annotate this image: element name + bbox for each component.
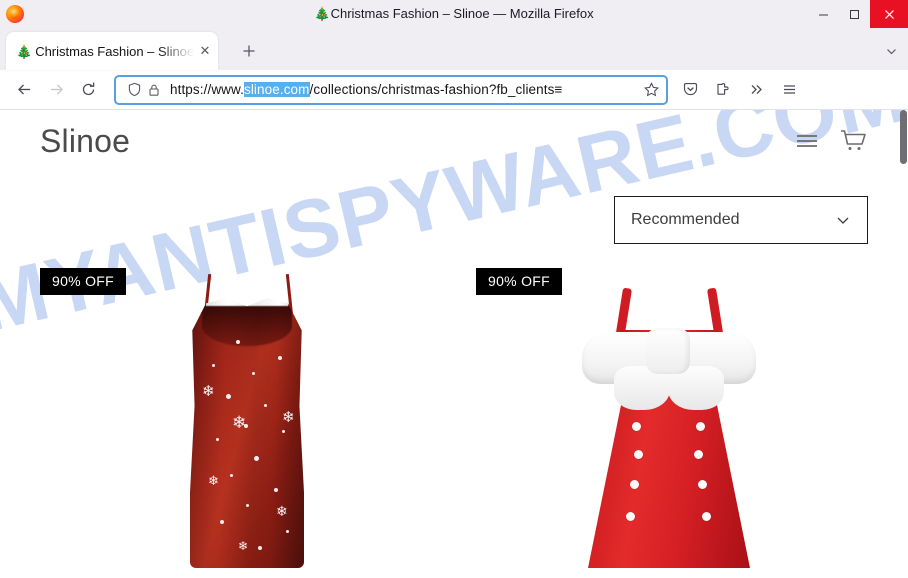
- application-menu-icon[interactable]: [773, 75, 806, 105]
- discount-badge: 90% OFF: [40, 268, 127, 295]
- page-scrollbar[interactable]: [899, 110, 908, 578]
- dress2-button: [632, 422, 641, 431]
- extensions-puzzle-icon[interactable]: [707, 75, 740, 105]
- dress2-button: [630, 480, 639, 489]
- page-scrollbar-thumb[interactable]: [900, 110, 907, 164]
- dress1-body: ❄ ❄ ❄ ❄ ❄ ❄: [190, 298, 304, 568]
- connection-secure-lock-icon[interactable]: [144, 80, 164, 100]
- sort-by-select[interactable]: Recommended: [614, 196, 868, 244]
- url-address-bar[interactable]: https://www.slinoe.com/collections/chris…: [114, 74, 668, 105]
- dress1-snowflake: ❄: [238, 539, 249, 553]
- dress-illustration-1: ❄ ❄ ❄ ❄ ❄ ❄: [172, 273, 322, 568]
- dress1-satin-shading: [190, 298, 304, 568]
- url-text[interactable]: https://www.slinoe.com/collections/chris…: [170, 82, 640, 97]
- dress1-dot: [286, 530, 289, 533]
- dress1-dot: [282, 430, 285, 433]
- url-prefix: https://www.: [170, 82, 244, 97]
- dress1-dot: [220, 520, 224, 524]
- product-grid: 90% OFF ❄ ❄ ❄ ❄ ❄ ❄ 90% OFF: [0, 268, 908, 568]
- list-all-tabs-button[interactable]: [874, 36, 908, 66]
- browser-tab[interactable]: 🎄 Christmas Fashion – Slinoe ✕: [6, 32, 218, 70]
- dress1-dot: [226, 394, 231, 399]
- dress1-snowflake: ❄: [232, 413, 247, 432]
- dress1-dot: [236, 340, 240, 344]
- dress2-button: [698, 480, 707, 489]
- window-title: 🎄Christmas Fashion – Slinoe — Mozilla Fi…: [314, 6, 594, 21]
- dress1-snowflake: ❄: [202, 383, 215, 400]
- dress2-button: [634, 450, 643, 459]
- bookmark-star-icon[interactable]: [640, 82, 662, 97]
- tab-title: Christmas Fashion – Slinoe: [35, 43, 194, 59]
- dress1-dot: [252, 372, 255, 375]
- dress1-dot: [246, 504, 249, 507]
- sort-bar: Recommended: [0, 172, 908, 268]
- dress2-skirt: [588, 376, 750, 568]
- toolbar-icon-group: [674, 75, 806, 105]
- back-button[interactable]: [8, 75, 40, 105]
- product-image[interactable]: ❄ ❄ ❄ ❄ ❄ ❄: [40, 268, 454, 568]
- dress1-dot: [258, 546, 262, 550]
- reload-button[interactable]: [72, 75, 104, 105]
- navigation-toolbar: https://www.slinoe.com/collections/chris…: [0, 70, 908, 110]
- dress1-dot: [274, 488, 278, 492]
- dress1-snowflake: ❄: [276, 503, 288, 519]
- shopping-cart-icon[interactable]: [838, 128, 868, 154]
- firefox-logo-icon: [6, 5, 24, 23]
- close-button[interactable]: [870, 0, 908, 28]
- chevron-down-icon: [835, 212, 851, 228]
- product-card[interactable]: 90% OFF: [40, 268, 454, 568]
- save-to-pocket-icon[interactable]: [674, 75, 707, 105]
- product-card[interactable]: 90% OFF: [454, 268, 868, 568]
- tab-strip: 🎄 Christmas Fashion – Slinoe ✕: [0, 28, 908, 70]
- site-header-actions: [794, 128, 868, 154]
- sort-by-selected-value: Recommended: [631, 211, 740, 228]
- page-viewport: MYANTISPYWARE.COM Slinoe Recommended 90%…: [0, 110, 908, 578]
- dress1-snowflake: ❄: [282, 409, 295, 426]
- forward-button[interactable]: [40, 75, 72, 105]
- dress2-button: [696, 422, 705, 431]
- dress1-dot: [216, 438, 219, 441]
- toolbar-overflow-button[interactable]: [740, 75, 773, 105]
- url-domain-highlighted: slinoe.com: [243, 82, 310, 97]
- new-tab-button[interactable]: [234, 36, 264, 66]
- window-controls: [808, 0, 908, 28]
- maximize-button[interactable]: [839, 0, 870, 28]
- dress2-button: [694, 450, 703, 459]
- tracking-protection-shield-icon[interactable]: [124, 80, 144, 100]
- dress1-dot: [230, 474, 233, 477]
- dress1-dot: [212, 364, 215, 367]
- site-logo[interactable]: Slinoe: [40, 123, 130, 160]
- discount-badge: 90% OFF: [476, 268, 563, 295]
- hamburger-menu-icon[interactable]: [794, 131, 820, 151]
- dress2-fur-bow-knot: [646, 328, 690, 374]
- dress1-snowflake: ❄: [208, 473, 219, 488]
- product-image[interactable]: [454, 268, 868, 568]
- dress-illustration-2: [574, 280, 764, 568]
- tab-close-icon[interactable]: ✕: [196, 42, 214, 60]
- dress2-button: [702, 512, 711, 521]
- dress1-dot: [264, 404, 267, 407]
- minimize-button[interactable]: [808, 0, 839, 28]
- dress1-dot: [278, 356, 282, 360]
- site-header: Slinoe: [0, 110, 908, 172]
- dress2-button: [626, 512, 635, 521]
- firefox-browser-window: 🎄Christmas Fashion – Slinoe — Mozilla Fi…: [0, 0, 908, 578]
- dress1-dot: [254, 456, 259, 461]
- url-path: /collections/christmas-fashion?fb_client…: [309, 82, 563, 97]
- window-titlebar: 🎄Christmas Fashion – Slinoe — Mozilla Fi…: [0, 0, 908, 28]
- christmas-tree-favicon-icon: 🎄: [16, 43, 33, 59]
